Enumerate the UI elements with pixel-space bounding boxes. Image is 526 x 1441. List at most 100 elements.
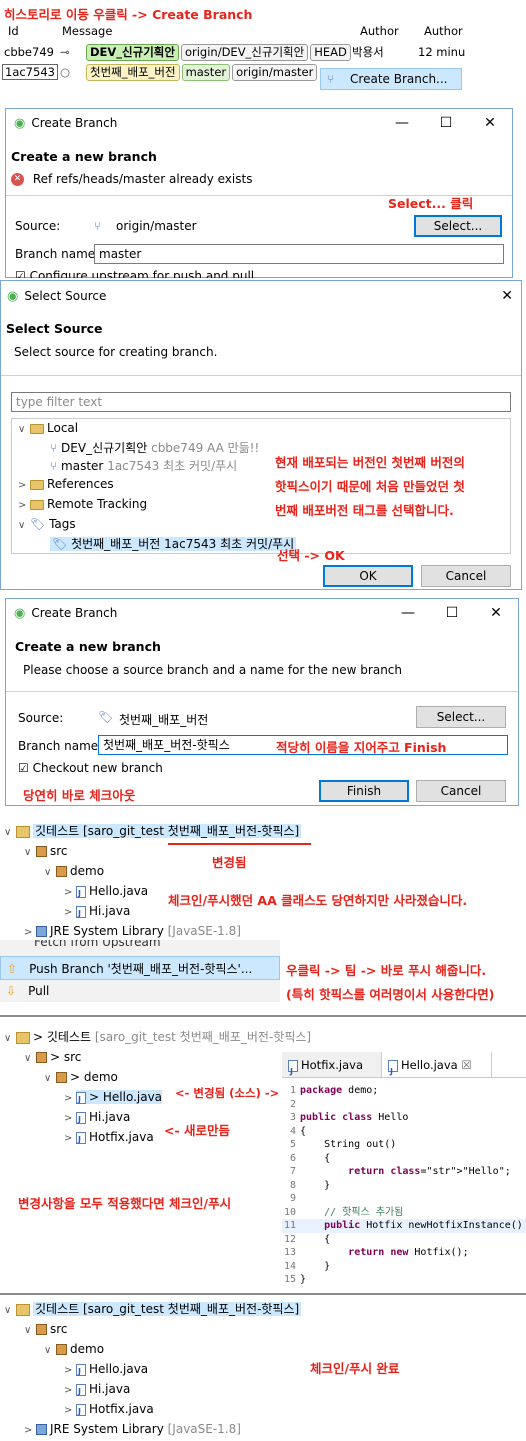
menu-fetch[interactable]: Fetch from Upstream (0, 940, 280, 948)
tree-node-local[interactable]: ∨ Local (12, 419, 510, 439)
hello-file[interactable]: >Hello.java (4, 1360, 524, 1381)
src-node[interactable]: ∨ src (4, 1320, 524, 1340)
underline-mark (168, 843, 311, 845)
source-changed-note: <- 변경됨 (소스) -> (175, 1086, 280, 1100)
checkout-checkbox[interactable]: ☑ Checkout new branch (18, 761, 163, 775)
jre-node[interactable]: > JRE System Library [JavaSE-1.8] (4, 1420, 524, 1440)
create-branch-dialog: ◉ Create Branch — ☐ ✕ Create a new branch … (5, 108, 513, 278)
branch-name-input[interactable]: master (94, 244, 504, 264)
close-icon[interactable]: ✕ (474, 605, 518, 621)
code-line: 5 String out() (282, 1138, 526, 1152)
src-node[interactable]: ∨ src (4, 842, 524, 862)
select-source-dialog: ◉ Select Source ✕ Select Source Select s… (0, 280, 522, 590)
section-divider (0, 1015, 526, 1017)
hotfix-file[interactable]: >Hotfix.java (4, 1400, 524, 1421)
maximize-icon[interactable]: ☐ (430, 605, 474, 621)
code-line: 15} (282, 1273, 526, 1287)
project-node[interactable]: ∨ 깃테스트 [saro_git_test 첫번째_배포_버전-핫픽스] (4, 822, 524, 842)
dialog-title: Create Branch (31, 606, 118, 620)
close-icon[interactable]: ✕ (468, 115, 512, 131)
code-area[interactable]: 1 package demo; 2 3 public class Hello 4{5 St… (282, 1078, 526, 1287)
minimize-icon[interactable]: — (380, 115, 424, 131)
error-text: Ref refs/heads/master already exists (32, 172, 253, 186)
col-message[interactable]: Message (62, 24, 112, 38)
branch-name-label: Branch name: (18, 739, 103, 753)
select-button[interactable]: Select... (414, 215, 502, 237)
project-icon (16, 825, 30, 838)
menu-push-branch[interactable]: ⇧ Push Branch '첫번째_배포_버전-핫픽스'... (0, 956, 280, 980)
line-number: 4 (289, 1125, 296, 1137)
branch-tag: DEV_신규기획안 (86, 44, 179, 61)
code-text: { (300, 1152, 331, 1164)
line-number: 8 (289, 1179, 296, 1191)
col-author-date[interactable]: Author (424, 24, 463, 38)
line-number: 15 (283, 1274, 296, 1285)
commit-id: cbbe749 (4, 45, 54, 59)
folder-icon (30, 499, 44, 510)
close-icon[interactable]: ✕ (501, 288, 513, 304)
code-text: public class Hello (300, 1112, 409, 1123)
line-number: 10 (283, 1206, 296, 1218)
project-node[interactable]: ∨ > 깃테스트 [saro_git_test 첫번째_배포_버전-핫픽스] (4, 1028, 524, 1048)
folder-icon (30, 479, 44, 490)
code-text: return class="str">"Hello"; (348, 1166, 511, 1177)
jre-node[interactable]: > JRE System Library [JavaSE-1.8] (4, 922, 524, 942)
finish-button[interactable]: Finish (319, 780, 409, 802)
close-icon[interactable]: ☒ (461, 1058, 471, 1072)
dialog-title: Select Source (24, 289, 107, 303)
java-file-icon (76, 1363, 86, 1381)
src-folder-icon (36, 846, 47, 857)
select-ok-note: 선택 -> OK (277, 548, 345, 563)
apply-note: 변경사항을 모두 적용했다면 체크인/푸시 (18, 1196, 232, 1211)
line-number: 5 (289, 1139, 296, 1150)
push-icon: ⇧ (7, 962, 18, 976)
upstream-checkbox[interactable]: ☑ Configure upstream for push and pull (15, 269, 254, 278)
code-line: 13 return new Hotfix(); (282, 1246, 526, 1260)
code-line: 4{ (282, 1125, 526, 1139)
code-line: 6 { (282, 1152, 526, 1166)
error-message: ✕ Ref refs/heads/master already exists (11, 172, 252, 186)
code-line: 1 package demo; (282, 1084, 526, 1098)
dialog-header: Select Source (6, 321, 103, 336)
history-row[interactable]: cbbe749 ⊸ DEV_신규기획안 origin/DEV_신규기획안 HEAD … (0, 42, 526, 62)
select-button[interactable]: Select... (416, 706, 506, 728)
history-header: Id Message Author Author (0, 24, 526, 42)
tab-hello[interactable]: Hello.java ☒ (382, 1052, 492, 1085)
title-bar: ◉ Create Branch — ☐ ✕ (6, 599, 518, 627)
cancel-button[interactable]: Cancel (421, 565, 511, 587)
minimize-icon[interactable]: — (386, 605, 430, 621)
project-node[interactable]: ∨ 깃테스트 [saro_git_test 첫번째_배포_버전-핫픽스] (4, 1300, 524, 1320)
ok-button[interactable]: OK (323, 565, 413, 587)
code-line: 14 } (282, 1260, 526, 1274)
menu-pull[interactable]: ⇩ Pull (0, 980, 280, 1002)
tab-hotfix[interactable]: Hotfix.java (282, 1052, 382, 1085)
col-id[interactable]: Id (8, 24, 19, 38)
code-text: String out() (300, 1139, 397, 1150)
project-explorer-1: ∨ 깃테스트 [saro_git_test 첫번째_배포_버전-핫픽스] ∨ src… (4, 822, 524, 942)
new-file-note: <- 새로만듬 (164, 1123, 231, 1138)
col-author[interactable]: Author (360, 24, 399, 38)
line-number: 11 (283, 1220, 296, 1231)
demo-node[interactable]: ∨ demo (4, 862, 524, 882)
checkout-note: 당연히 바로 체크아웃 (23, 788, 136, 803)
branch-icon: ⑂ (50, 459, 58, 473)
dialog-title: Create Branch (31, 116, 118, 130)
title-bar: ◉ Select Source ✕ (1, 281, 521, 311)
cancel-button[interactable]: Cancel (416, 780, 506, 802)
tree-node-tag-item[interactable]: 🏷 첫번째_배포_버전 1ac7543 최초 커밋/푸시 (12, 535, 510, 553)
create-branch-menu-item[interactable]: ⑂ Create Branch... (320, 68, 462, 90)
title-bar: ◉ Create Branch — ☐ ✕ (6, 109, 512, 137)
hi-file[interactable]: >Hi.java (4, 1380, 524, 1401)
gone-note: 체크인/푸시했던 AA 클래스도 당연하지만 사라졌습니다. (168, 893, 468, 908)
line-number: 1 (289, 1085, 296, 1096)
demo-node[interactable]: ∨ demo (4, 1340, 524, 1360)
filter-input[interactable]: type filter text (11, 392, 511, 412)
branch-tag: origin/DEV_신규기획안 (180, 44, 309, 61)
maximize-icon[interactable]: ☐ (424, 115, 468, 131)
commit-date: 12 minu (418, 45, 466, 59)
commit-id: 1ac7543 (2, 64, 58, 80)
dialog-description: Select source for creating branch. (14, 345, 218, 359)
library-icon (36, 926, 47, 937)
line-number: 6 (289, 1152, 296, 1164)
source-label: Source: (15, 219, 61, 233)
